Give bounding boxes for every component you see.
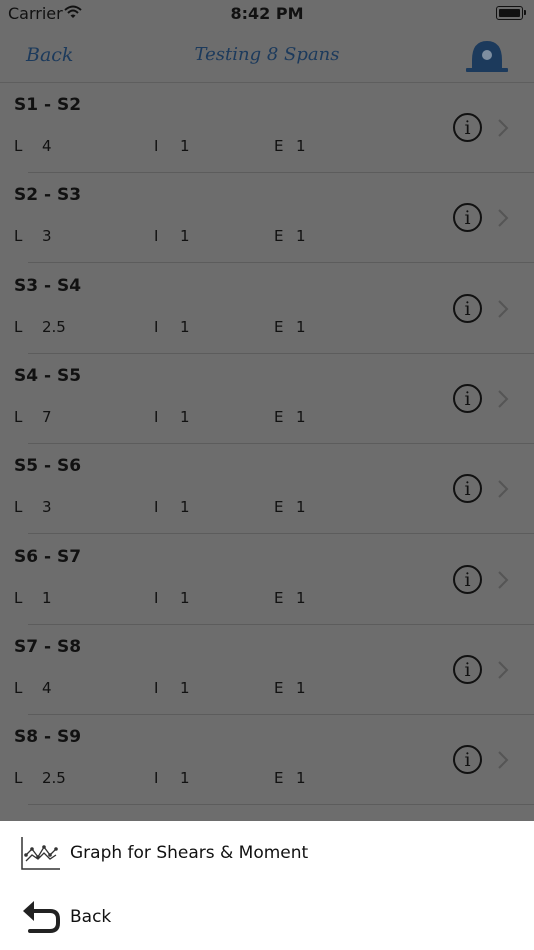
chevron-right-icon [498, 299, 509, 318]
length-label: L [14, 407, 23, 426]
span-row[interactable]: S8 - S9 L 2.5 I 1 E 1 i [0, 715, 534, 806]
inertia-value: 1 [180, 317, 190, 336]
bell-icon[interactable] [464, 38, 510, 74]
info-icon[interactable]: i [453, 203, 482, 233]
info-icon[interactable]: i [453, 474, 482, 504]
length-value: 4 [42, 137, 52, 155]
chevron-right-icon [498, 480, 509, 498]
length-label: L [14, 769, 23, 788]
inertia-value: 1 [180, 137, 190, 155]
inertia-value: 1 [180, 588, 190, 607]
span-row[interactable]: S1 - S2 L 4 I 1 E 1 i [0, 83, 534, 173]
span-title: S1 - S2 [14, 95, 82, 115]
length-label: L [14, 498, 23, 517]
span-title: S5 - S6 [14, 456, 82, 477]
length-value: 4 [42, 678, 52, 697]
length-value: 2.5 [42, 317, 66, 336]
chevron-right-icon [498, 570, 509, 589]
length-label: L [14, 137, 23, 155]
span-title: S8 - S9 [14, 727, 82, 748]
chevron-right-icon [498, 209, 509, 228]
span-title: S6 - S7 [14, 546, 82, 567]
inertia-label: I [154, 769, 159, 788]
length-label: L [14, 588, 23, 607]
inertia-value: 1 [180, 407, 190, 426]
chevron-right-icon [498, 119, 509, 137]
inertia-label: I [154, 678, 159, 697]
modulus-label: E [274, 317, 284, 336]
inertia-value: 1 [180, 498, 190, 517]
navigation-bar: Back Testing 8 Spans [0, 28, 534, 83]
status-bar: Carrier 8:42 PM [0, 0, 534, 28]
span-row[interactable]: S3 - S4 L 2.5 I 1 E 1 i [0, 264, 534, 354]
action-sheet: Graph for Shears & Moment Back [0, 821, 534, 950]
length-label: L [14, 227, 23, 246]
modulus-label: E [274, 588, 284, 607]
span-row[interactable]: S5 - S6 L 3 I 1 E 1 i [0, 444, 534, 535]
modulus-label: E [274, 769, 284, 788]
span-title: S2 - S3 [14, 185, 82, 206]
modulus-value: 1 [296, 678, 306, 697]
graph-shears-moment-option[interactable]: Graph for Shears & Moment [0, 821, 534, 885]
inertia-label: I [154, 317, 159, 336]
info-icon[interactable]: i [453, 745, 482, 775]
back-option-label: Back [70, 907, 112, 927]
modulus-value: 1 [296, 407, 306, 426]
graph-icon [21, 837, 60, 870]
row-separator [28, 804, 534, 806]
modulus-label: E [274, 407, 284, 426]
back-arrow-icon [23, 901, 60, 933]
info-icon[interactable]: i [453, 113, 482, 142]
span-row[interactable]: S4 - S5 L 7 I 1 E 1 i [0, 354, 534, 444]
inertia-value: 1 [180, 769, 190, 788]
span-row[interactable]: S6 - S7 L 1 I 1 E 1 i [0, 535, 534, 625]
inertia-value: 1 [180, 678, 190, 697]
length-value: 7 [42, 407, 52, 426]
inertia-value: 1 [180, 227, 190, 246]
chevron-right-icon [498, 751, 509, 769]
info-icon[interactable]: i [453, 654, 482, 684]
graph-option-label: Graph for Shears & Moment [70, 843, 309, 863]
span-title: S3 - S4 [14, 275, 82, 296]
inertia-label: I [154, 498, 159, 517]
length-value: 3 [42, 227, 52, 246]
modulus-value: 1 [296, 769, 306, 788]
info-icon[interactable]: i [453, 564, 482, 594]
length-label: L [14, 317, 23, 336]
chevron-right-icon [498, 661, 509, 679]
clock: 8:42 PM [230, 4, 304, 23]
inertia-label: I [154, 227, 159, 246]
page-title: Testing 8 Spans [194, 44, 340, 65]
modulus-label: E [274, 498, 284, 517]
modulus-label: E [274, 227, 284, 246]
back-option[interactable]: Back [0, 885, 534, 949]
inertia-label: I [154, 588, 159, 607]
length-label: L [14, 678, 23, 697]
info-icon[interactable]: i [453, 383, 482, 413]
modulus-value: 1 [296, 137, 306, 155]
chevron-right-icon [498, 390, 509, 408]
span-title: S4 - S5 [14, 365, 82, 386]
inertia-label: I [154, 407, 159, 426]
span-row[interactable]: S2 - S3 L 3 I 1 E 1 i [0, 173, 534, 264]
inertia-label: I [154, 137, 159, 155]
battery-icon [496, 6, 526, 20]
span-title: S7 - S8 [14, 636, 82, 657]
modulus-value: 1 [296, 227, 306, 246]
length-value: 2.5 [42, 769, 66, 788]
length-value: 1 [42, 588, 52, 607]
modulus-label: E [274, 137, 284, 155]
modulus-value: 1 [296, 588, 306, 607]
span-row[interactable]: S7 - S8 L 4 I 1 E 1 i [0, 625, 534, 715]
modulus-value: 1 [296, 498, 306, 517]
modulus-label: E [274, 678, 284, 697]
modulus-value: 1 [296, 317, 306, 336]
length-value: 3 [42, 498, 52, 517]
info-icon[interactable]: i [453, 293, 482, 323]
